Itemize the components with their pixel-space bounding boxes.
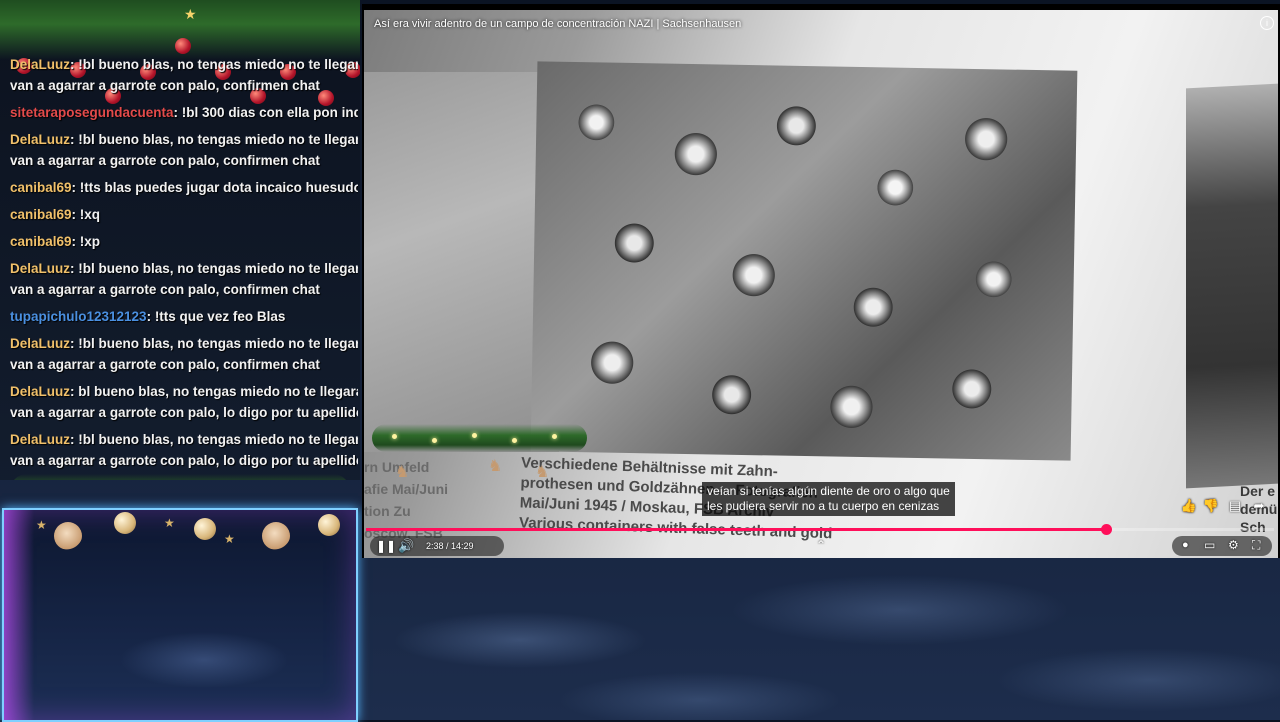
chat-message: DelaLuuz: !bl bueno blas, no tengas mied… [10, 258, 358, 300]
info-icon[interactable]: i [1260, 16, 1274, 30]
chat-text: !xp [76, 234, 101, 249]
subtitles-icon[interactable]: ▭ [1204, 538, 1215, 552]
star-icon: ★ [164, 516, 175, 530]
chat-text-continued: van a agarrar a garrote con palo, confir… [10, 282, 320, 297]
caption-line: afie Mai/Juni [364, 481, 449, 497]
chat-text: !xq [76, 207, 101, 222]
chat-text: !bl bueno blas, no tengas miedo no te ll… [78, 261, 358, 276]
chat-username[interactable]: canibal69 [10, 180, 72, 195]
christmas-garland-frame [372, 424, 587, 452]
caption-line: tion Zu [364, 503, 411, 519]
chat-text: !bl 300 dias con ella pon indigente [181, 105, 358, 120]
volume-icon[interactable]: 🔊 [398, 538, 414, 554]
video-title[interactable]: Así era vivir adentro de un campo de con… [374, 18, 741, 30]
chat-text: bl bueno blas, no tengas miedo no te lle… [78, 384, 358, 399]
chevron-up-icon[interactable]: ⌃ [816, 538, 826, 552]
exhibit-left-photo [364, 72, 559, 452]
chat-username[interactable]: DelaLuuz [10, 432, 70, 447]
chat-text-continued: van a agarrar a garrote con palo, confir… [10, 78, 320, 93]
share-icon[interactable]: ➦ [1250, 497, 1268, 515]
reindeer-icon: ♞ [535, 464, 550, 481]
angel-ornament-icon [262, 522, 290, 550]
bauble-icon [318, 514, 340, 536]
closed-caption: veían si tenías algún diente de oro o al… [702, 482, 955, 516]
reindeer-icon: ♞ [488, 458, 503, 475]
autoplay-toggle-icon[interactable]: ● [1182, 539, 1189, 551]
exhibit-right-photo [1186, 83, 1278, 489]
chat-message: canibal69: !xp [10, 231, 358, 252]
like-icon[interactable]: 👍 [1180, 497, 1198, 515]
exhibit-main-photo [530, 61, 1078, 461]
chat-username[interactable]: DelaLuuz [10, 132, 70, 147]
progress-bar[interactable] [366, 524, 1274, 535]
pause-icon[interactable]: ❚❚ [376, 539, 396, 553]
chat-text: !bl bueno blas, no tengas miedo no te ll… [78, 336, 358, 351]
chat-username[interactable]: canibal69 [10, 207, 72, 222]
reindeer-icon: ♞ [395, 464, 410, 481]
chat-text: !bl bueno blas, no tengas miedo no te ll… [78, 57, 358, 72]
chat-message: canibal69: !tts blas puedes jugar dota i… [10, 177, 358, 198]
chat-username[interactable]: DelaLuuz [10, 384, 70, 399]
chat-message: DelaLuuz: !bl bueno blas, no tengas mied… [10, 333, 358, 375]
fullscreen-icon[interactable]: ⛶ [1252, 538, 1260, 553]
chat-text-continued: van a agarrar a garrote con palo, lo dig… [10, 453, 358, 468]
caption-line: Sch [1240, 519, 1266, 535]
chat-text-continued: van a agarrar a garrote con palo, lo dig… [10, 405, 358, 420]
chat-message: sitetaraposegundacuenta: !bl 300 dias co… [10, 102, 358, 123]
chat-text-continued: van a agarrar a garrote con palo, confir… [10, 153, 320, 168]
chat-panel: ★ DelaLuuz: !bl bueno blas, no tengas mi… [0, 0, 360, 480]
star-icon: ★ [36, 518, 47, 532]
dislike-icon[interactable]: 👎 [1202, 497, 1220, 515]
angel-ornament-icon [54, 522, 82, 550]
bauble-icon [114, 512, 136, 534]
chat-username[interactable]: DelaLuuz [10, 57, 70, 72]
caption-line: rn Umfeld [364, 459, 430, 475]
star-icon: ★ [224, 532, 235, 546]
chat-message: DelaLuuz: !bl bueno blas, no tengas mied… [10, 429, 358, 471]
progress-played [366, 528, 1107, 531]
chat-text: !tts que vez feo Blas [151, 309, 286, 324]
chat-message: DelaLuuz: !bl bueno blas, no tengas mied… [10, 54, 358, 96]
christmas-garland-bottom [10, 474, 350, 480]
chat-message: DelaLuuz: !bl bueno blas, no tengas mied… [10, 129, 358, 171]
webcam-frame: ★ ★ ★ [2, 508, 358, 722]
chat-text: !bl bueno blas, no tengas miedo no te ll… [78, 432, 358, 447]
chat-message: tupapichulo12312123: !tts que vez feo Bl… [10, 306, 358, 327]
chat-username[interactable]: DelaLuuz [10, 336, 70, 351]
progress-scrubber[interactable] [1101, 524, 1113, 535]
chat-username[interactable]: sitetaraposegundacuenta [10, 105, 174, 120]
settings-icon[interactable]: ⚙ [1228, 538, 1239, 552]
bauble-icon [194, 518, 216, 540]
caption-line: veían si tenías algún diente de oro o al… [707, 484, 950, 498]
chat-username[interactable]: DelaLuuz [10, 261, 70, 276]
neon-glow [4, 510, 34, 720]
time-display: 2:38 / 14:29 [426, 541, 474, 551]
chat-username[interactable]: canibal69 [10, 234, 72, 249]
star-icon: ★ [184, 6, 197, 22]
comment-icon[interactable]: ▤ [1226, 497, 1244, 515]
chat-username[interactable]: tupapichulo12312123 [10, 309, 147, 324]
caption-line: les pudiera servir no a tu cuerpo en cen… [707, 499, 940, 513]
chat-message: DelaLuuz: bl bueno blas, no tengas miedo… [10, 381, 358, 423]
chat-text: !tts blas puedes jugar dota incaico hues… [76, 180, 358, 195]
chat-text-continued: van a agarrar a garrote con palo, confir… [10, 357, 320, 372]
ornament-icon [175, 38, 191, 54]
chat-text: !bl bueno blas, no tengas miedo no te ll… [78, 132, 358, 147]
chat-message: canibal69: !xq [10, 204, 358, 225]
